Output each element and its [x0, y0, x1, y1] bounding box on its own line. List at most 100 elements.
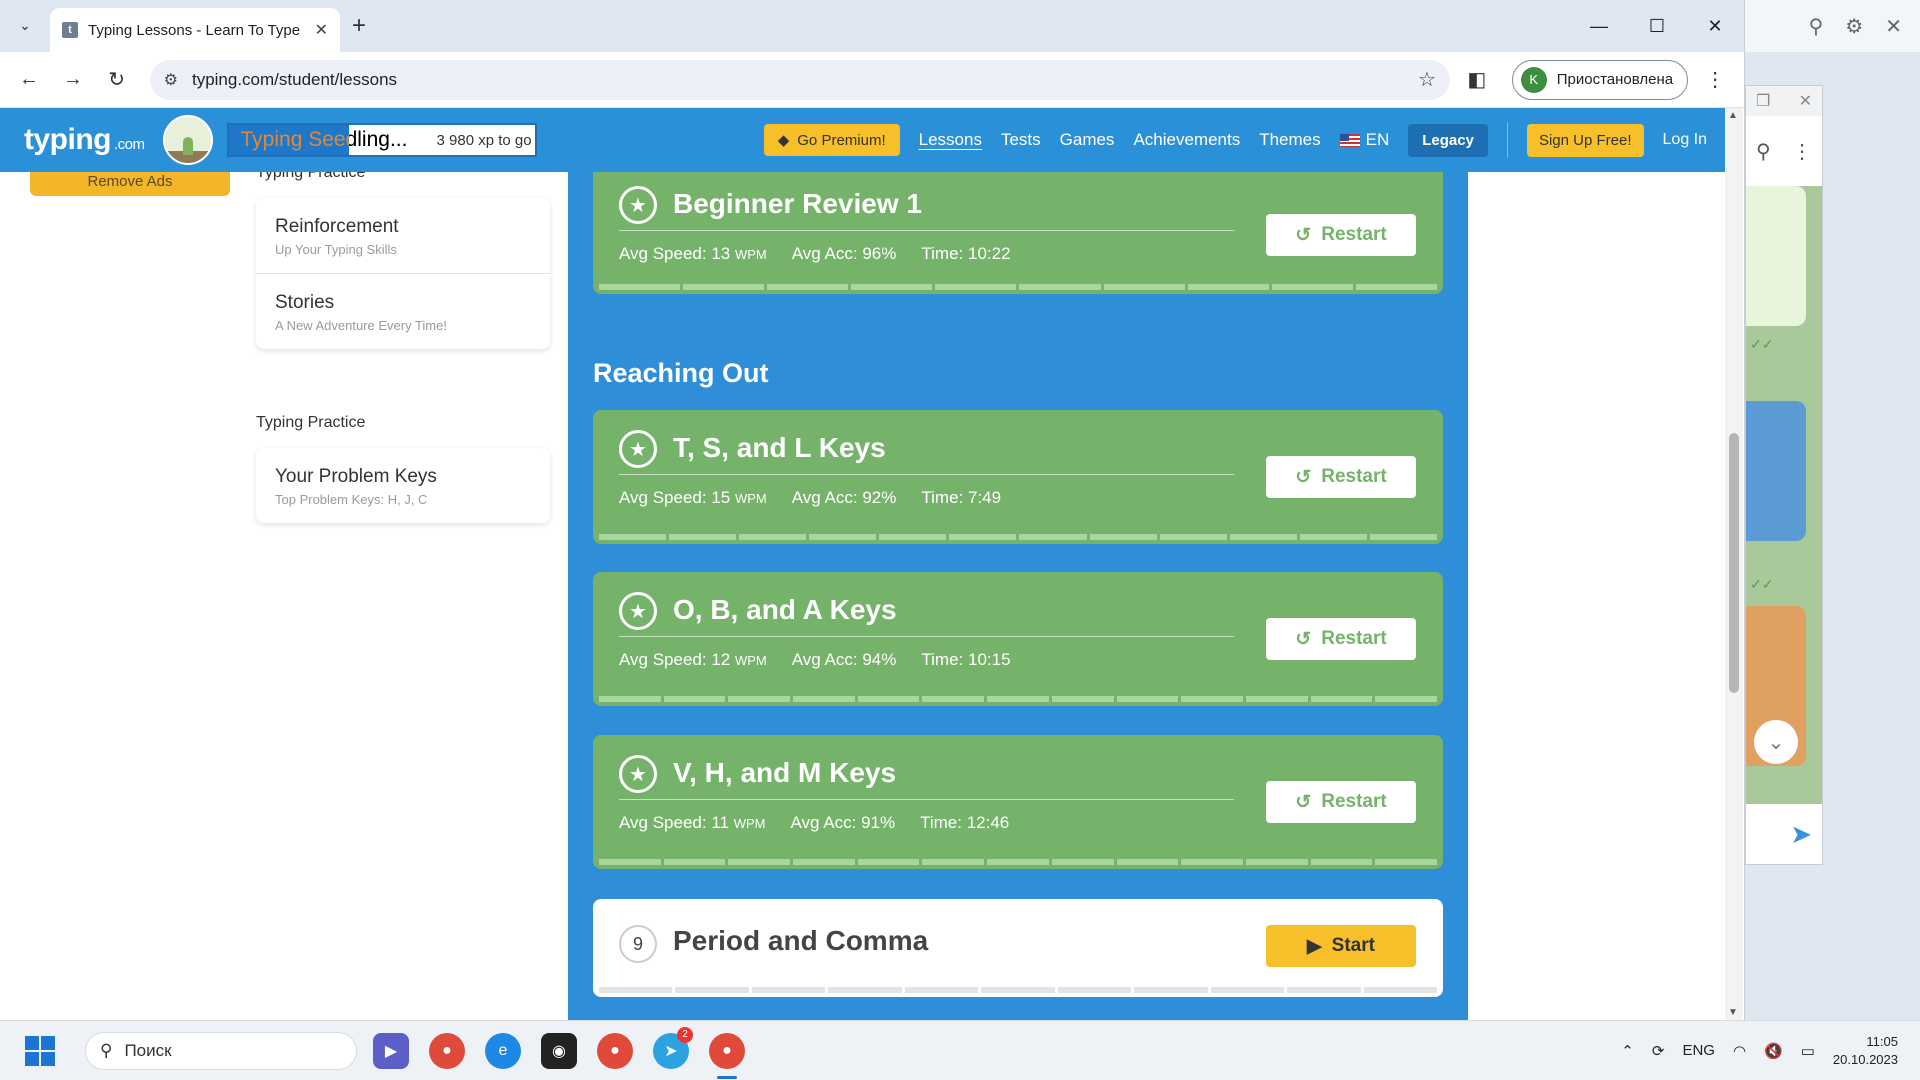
reload-icon[interactable]: ↻ — [100, 63, 134, 97]
lesson-title: T, S, and L Keys — [673, 432, 886, 463]
chrome-icon[interactable]: ● — [429, 1032, 465, 1069]
history-icon: ↺ — [1295, 224, 1312, 246]
close-window-icon[interactable]: ✕ — [1686, 0, 1744, 52]
battery-icon[interactable]: ▭ — [1801, 1042, 1815, 1060]
search-icon[interactable]: ⚲ — [1756, 139, 1771, 164]
browser-menu-icon[interactable]: ⋮ — [1698, 63, 1732, 97]
lessons-panel: ★ Beginner Review 1 Avg Speed: 13 WPM Av… — [568, 172, 1468, 1020]
notification-badge: 2 — [677, 1026, 693, 1043]
address-bar[interactable]: ⚙ typing.com/student/lessons ☆ — [149, 59, 1450, 100]
restart-button[interactable]: ↺ Restart — [1266, 456, 1416, 498]
browser-toolbar: ← → ↻ ⚙ typing.com/student/lessons ☆ ◧ K… — [0, 52, 1744, 108]
go-premium-button[interactable]: ◆ Go Premium! — [763, 124, 900, 156]
level-avatar[interactable] — [162, 115, 213, 165]
forward-icon[interactable]: → — [56, 63, 90, 97]
avg-speed: 11 — [711, 813, 729, 832]
gem-icon: ◆ — [777, 132, 790, 149]
side-panel-icon[interactable]: ◧ — [1460, 63, 1494, 97]
read-checkmark-icon: ✓✓ — [1750, 336, 1774, 352]
practice-item-problem-keys[interactable]: Your Problem Keys Top Problem Keys: H, J… — [256, 448, 550, 523]
lesson-card[interactable]: ★ Beginner Review 1 Avg Speed: 13 WPM Av… — [593, 172, 1443, 294]
chat-image-message[interactable] — [1746, 401, 1806, 541]
send-icon[interactable]: ➤ — [1746, 804, 1822, 864]
close-icon[interactable]: ✕ — [1799, 91, 1812, 111]
chrome-icon[interactable]: ● — [597, 1032, 633, 1069]
tab-title: Typing Lessons - Learn To Type — [88, 21, 301, 39]
chat-window-bar: ❐ ✕ — [1746, 86, 1822, 116]
lesson-stats: Avg Speed: 13 WPM Avg Acc: 96% Time: 10:… — [619, 244, 1011, 263]
history-icon: ↺ — [1295, 628, 1312, 650]
page-content: Remove Ads Typing Practice Reinforcement… — [0, 172, 1725, 1020]
url-text[interactable]: typing.com/student/lessons — [192, 70, 1404, 90]
search-placeholder: Поиск — [124, 1040, 172, 1060]
chrome-profile-icon[interactable]: ● — [709, 1032, 745, 1079]
bookmark-star-icon[interactable]: ☆ — [1418, 67, 1436, 92]
scrollbar-thumb[interactable] — [1729, 433, 1739, 693]
scroll-up-icon[interactable]: ▲ — [1728, 110, 1738, 121]
lesson-card[interactable]: ★ V, H, and M Keys Avg Speed: 11 WPM Avg… — [593, 735, 1443, 869]
restart-button[interactable]: ↺ Restart — [1266, 214, 1416, 256]
sign-up-button[interactable]: Sign Up Free! — [1526, 123, 1644, 157]
back-icon[interactable]: ← — [12, 63, 46, 97]
log-in-link[interactable]: Log In — [1663, 131, 1707, 149]
restart-button[interactable]: ↺ Restart — [1266, 781, 1416, 823]
language-selector[interactable]: EN — [1339, 130, 1389, 150]
tab-active[interactable]: t Typing Lessons - Learn To Type ✕ — [50, 8, 340, 52]
nav-achievements[interactable]: Achievements — [1133, 130, 1240, 150]
lesson-time: 7:49 — [967, 488, 1002, 507]
input-language[interactable]: ENG — [1682, 1042, 1715, 1059]
avg-accuracy: 96% — [862, 244, 897, 263]
maximize-icon[interactable]: ☐ — [1628, 0, 1686, 52]
level-progress[interactable]: Typing Seedling... 3 980 xp to go — [226, 123, 537, 157]
chat-message[interactable] — [1746, 186, 1806, 326]
restore-icon[interactable]: ❐ — [1756, 91, 1770, 111]
windows-start-icon[interactable] — [25, 1035, 55, 1066]
practice-item-stories[interactable]: Stories A New Adventure Every Time! — [256, 274, 550, 349]
taskbar-apps: ▶ ● e ◉ ● ➤ 2 ● — [373, 1026, 745, 1079]
lesson-card[interactable]: ★ O, B, and A Keys Avg Speed: 12 WPM Avg… — [593, 572, 1443, 706]
legacy-button[interactable]: Legacy — [1408, 123, 1488, 157]
more-icon[interactable]: ⋮ — [1792, 139, 1812, 164]
remove-ads-button[interactable]: Remove Ads — [30, 172, 230, 196]
avg-accuracy: 91% — [861, 813, 896, 832]
lesson-progress — [599, 696, 1437, 702]
edge-icon[interactable]: e — [485, 1032, 521, 1069]
profile-status: Приостановлена — [1556, 71, 1674, 88]
volume-muted-icon[interactable]: 🔇 — [1764, 1042, 1783, 1060]
tab-search-icon[interactable]: ⌄ — [10, 10, 40, 40]
star-icon: ★ — [619, 430, 657, 468]
search-icon[interactable]: ⚲ — [1809, 14, 1824, 39]
telegram-icon[interactable]: ➤ 2 — [653, 1026, 693, 1069]
teams-icon[interactable]: ▶ — [373, 1032, 409, 1069]
page-scrollbar[interactable]: ▲ ▼ — [1725, 108, 1743, 1020]
close-icon[interactable]: ✕ — [1885, 14, 1902, 39]
chevron-down-icon[interactable]: ⌄ — [1754, 720, 1798, 764]
chevron-up-icon[interactable]: ⌃ — [1621, 1042, 1634, 1060]
site-logo[interactable]: typing .com — [24, 123, 145, 157]
nav-games[interactable]: Games — [1060, 130, 1115, 150]
clock[interactable]: 11:05 20.10.2023 — [1833, 1033, 1898, 1069]
taskbar-search[interactable]: ⚲ Поиск — [85, 1031, 357, 1070]
avg-speed: 13 — [711, 244, 731, 263]
practice-item-reinforcement[interactable]: Reinforcement Up Your Typing Skills — [256, 198, 550, 274]
github-icon[interactable]: ◉ — [541, 1032, 577, 1069]
start-button[interactable]: ▶ Start — [1266, 925, 1416, 967]
wifi-icon[interactable]: ◠ — [1733, 1042, 1746, 1060]
close-tab-icon[interactable]: ✕ — [315, 20, 328, 40]
restart-button[interactable]: ↺ Restart — [1266, 618, 1416, 660]
new-tab-icon[interactable]: + — [352, 12, 366, 40]
nav-lessons[interactable]: Lessons — [919, 130, 982, 150]
site-info-icon[interactable]: ⚙ — [164, 70, 178, 90]
scroll-down-icon[interactable]: ▼ — [1728, 1007, 1738, 1018]
nav-themes[interactable]: Themes — [1259, 130, 1320, 150]
gear-icon[interactable]: ⚙ — [1845, 14, 1863, 39]
nav-tests[interactable]: Tests — [1001, 130, 1041, 150]
star-icon: ★ — [619, 186, 657, 224]
sync-icon[interactable]: ⟳ — [1652, 1042, 1665, 1060]
profile-button[interactable]: K Приостановлена — [1511, 59, 1689, 100]
lesson-card[interactable]: ★ T, S, and L Keys Avg Speed: 15 WPM Avg… — [593, 410, 1443, 544]
system-tray: ⌃ ⟳ ENG ◠ 🔇 ▭ 11:05 20.10.2023 — [1621, 1033, 1898, 1069]
minimize-icon[interactable]: — — [1570, 0, 1628, 52]
lesson-card[interactable]: 9 Period and Comma ▶ Start — [593, 899, 1443, 997]
star-icon: ★ — [619, 755, 657, 793]
